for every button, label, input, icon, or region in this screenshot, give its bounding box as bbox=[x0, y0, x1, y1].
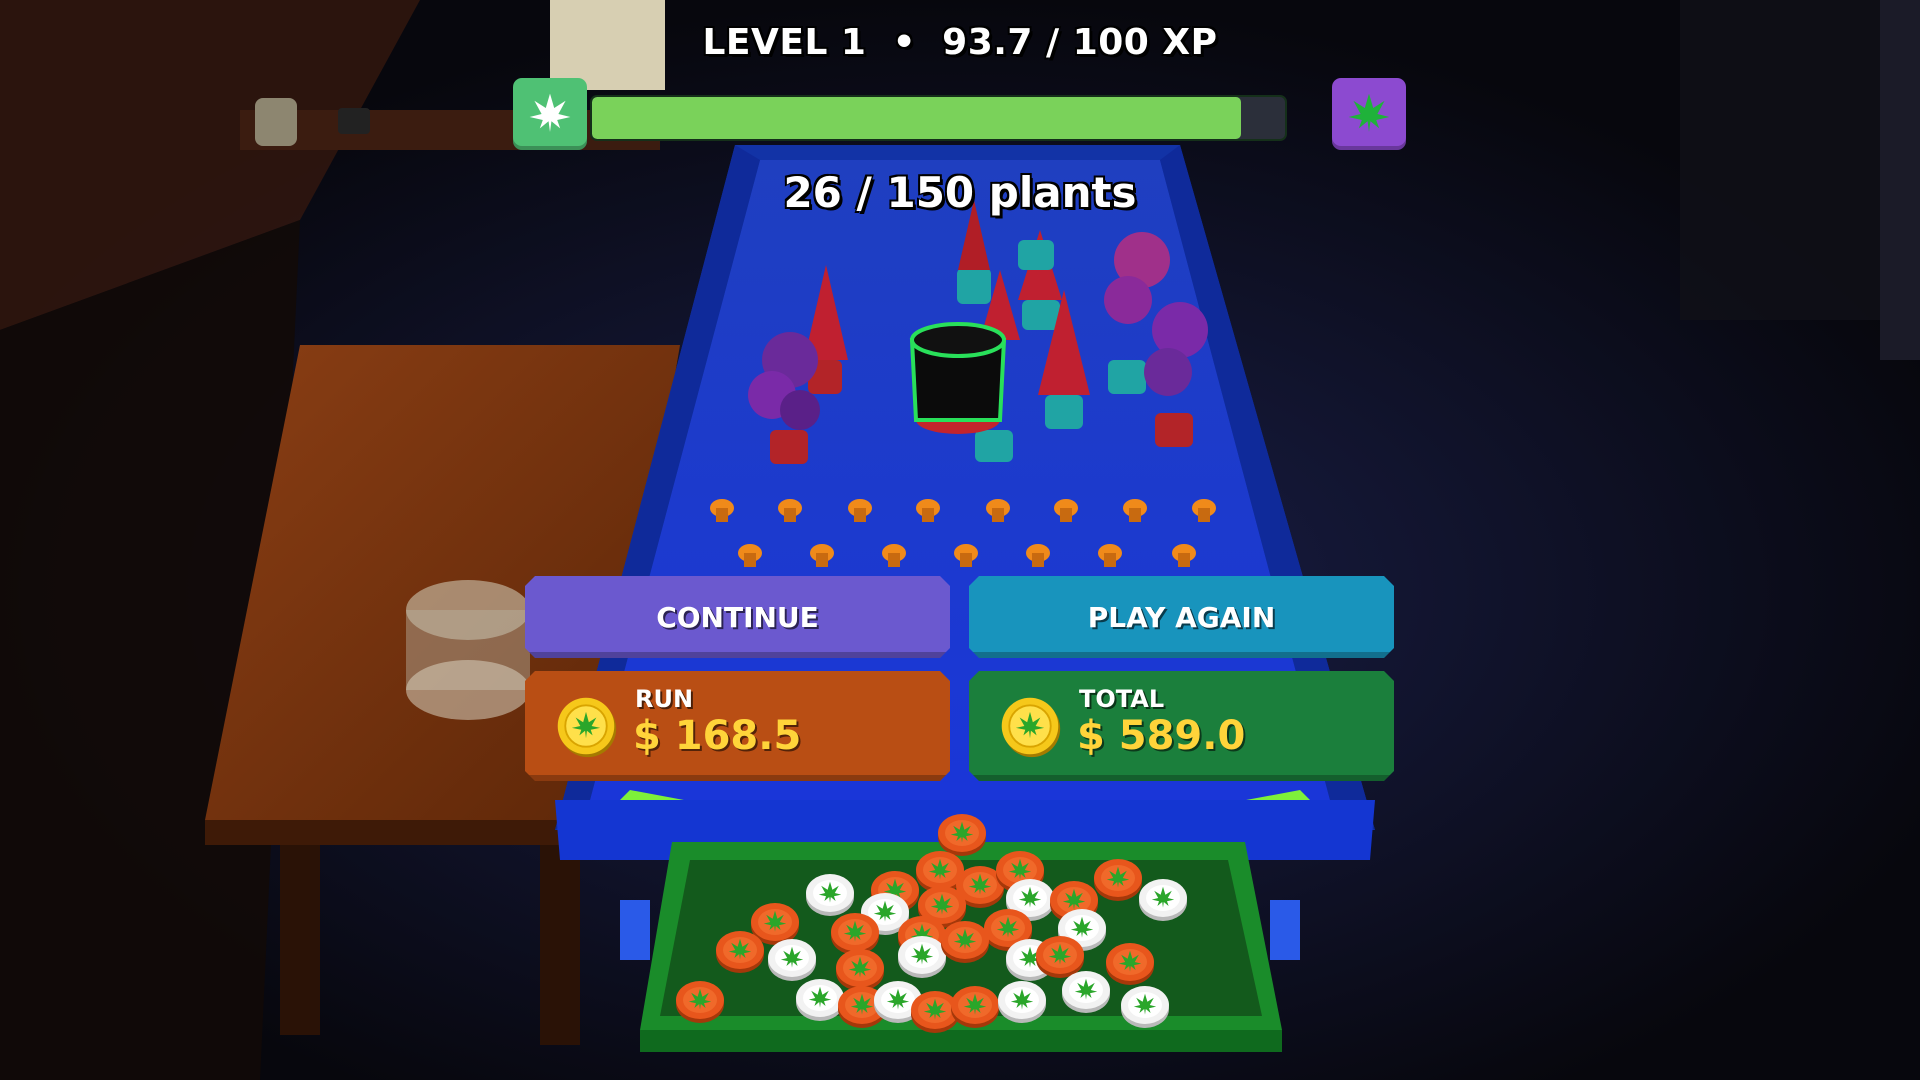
xp-progress-bar bbox=[590, 95, 1287, 141]
run-value: $ 168.5 bbox=[633, 713, 802, 759]
gold-coin-icon bbox=[553, 693, 619, 759]
gold-coin-icon bbox=[997, 693, 1063, 759]
total-earnings-panel: TOTAL $ 589.0 bbox=[969, 671, 1394, 781]
cannabis-leaf-icon bbox=[529, 93, 571, 132]
run-label: RUN bbox=[635, 685, 694, 713]
plants-counter: 26 / 150 plants bbox=[783, 168, 1137, 217]
play-again-button[interactable]: PLAY AGAIN bbox=[969, 576, 1394, 658]
level-label: LEVEL 1 bbox=[702, 22, 867, 63]
separator-dot: • bbox=[892, 22, 917, 63]
run-earnings-panel: RUN $ 168.5 bbox=[525, 671, 950, 781]
current-level-badge bbox=[513, 78, 587, 150]
next-level-badge bbox=[1332, 78, 1406, 150]
level-xp-readout: LEVEL 1 • 93.7 / 100 XP bbox=[0, 22, 1920, 63]
total-value: $ 589.0 bbox=[1077, 713, 1246, 759]
xp-text: 93.7 / 100 XP bbox=[942, 22, 1218, 63]
game-scene bbox=[0, 0, 1920, 1080]
cannabis-leaf-icon bbox=[1348, 93, 1390, 132]
xp-progress-fill bbox=[592, 97, 1242, 139]
total-label: TOTAL bbox=[1079, 685, 1165, 713]
continue-button[interactable]: CONTINUE bbox=[525, 576, 950, 658]
